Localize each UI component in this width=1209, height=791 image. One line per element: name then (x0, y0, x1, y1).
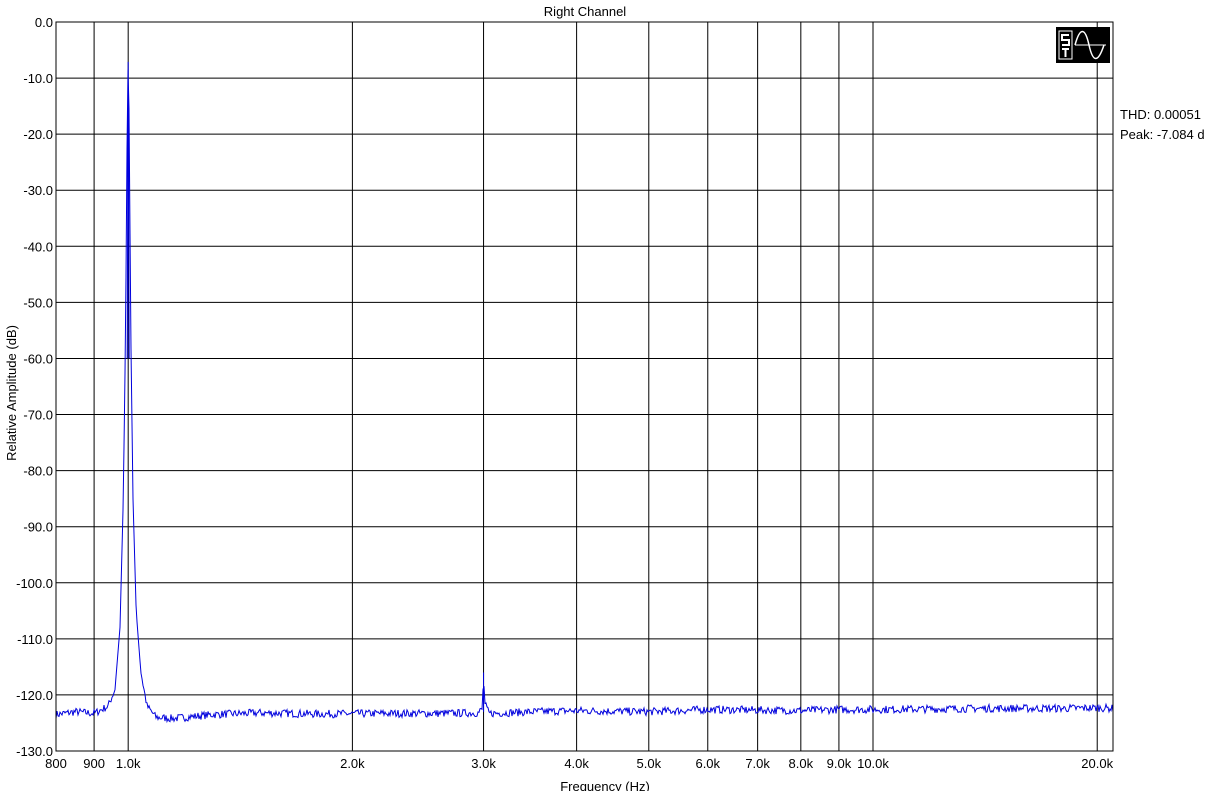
y-tick-label: -30.0 (23, 183, 53, 198)
st-logo-icon (1056, 27, 1110, 63)
y-axis-label: Relative Amplitude (dB) (4, 325, 19, 461)
amplitude-trace (55, 61, 1114, 724)
x-tick-label: 900 (83, 756, 105, 771)
y-tick-label: -90.0 (23, 520, 53, 535)
x-tick-label: 20.0k (1081, 756, 1113, 771)
y-tick-label: 0.0 (35, 15, 53, 30)
y-tick-label: -50.0 (23, 295, 53, 310)
y-tick-label: -20.0 (23, 127, 53, 142)
x-tick-label: 800 (45, 756, 67, 771)
spectrum-chart: Right Channel 0.0 -10.0 -20.0 -30.0 -40.0 -50… (4, 4, 1114, 791)
y-tick-label: -60.0 (23, 351, 53, 366)
x-tick-labels: 800 900 1.0k 2.0k 3.0k 4.0k 5.0k 6.0k 7.0k 8.0k 9.… (45, 756, 1113, 771)
grid-lines (55, 21, 1113, 752)
y-tick-label: -80.0 (23, 464, 53, 479)
x-tick-label: 1.0k (116, 756, 141, 771)
y-tick-labels: 0.0 -10.0 -20.0 -30.0 -40.0 -50.0 -60.0 -70.0 -8… (16, 15, 53, 759)
y-tick-label: -10.0 (23, 71, 53, 86)
x-tick-label: 10.0k (857, 756, 889, 771)
y-tick-label: -70.0 (23, 408, 53, 423)
x-tick-label: 4.0k (564, 756, 589, 771)
x-tick-label: 9.0k (827, 756, 852, 771)
plot-frame (55, 21, 1114, 752)
y-tick-label: -100.0 (16, 576, 53, 591)
y-tick-label: -40.0 (23, 239, 53, 254)
x-tick-label: 2.0k (340, 756, 365, 771)
x-tick-label: 6.0k (695, 756, 720, 771)
peak-readout: Peak: -7.084 d (1120, 127, 1205, 142)
x-tick-label: 7.0k (745, 756, 770, 771)
x-tick-label: 3.0k (471, 756, 496, 771)
y-tick-label: -110.0 (17, 632, 53, 647)
y-tick-label: -120.0 (16, 688, 53, 703)
x-tick-label: 5.0k (637, 756, 662, 771)
thd-readout: THD: 0.00051 (1120, 107, 1201, 122)
chart-title: Right Channel (544, 4, 626, 19)
x-tick-label: 8.0k (789, 756, 814, 771)
x-axis-label: Frequency (Hz) (560, 779, 650, 791)
